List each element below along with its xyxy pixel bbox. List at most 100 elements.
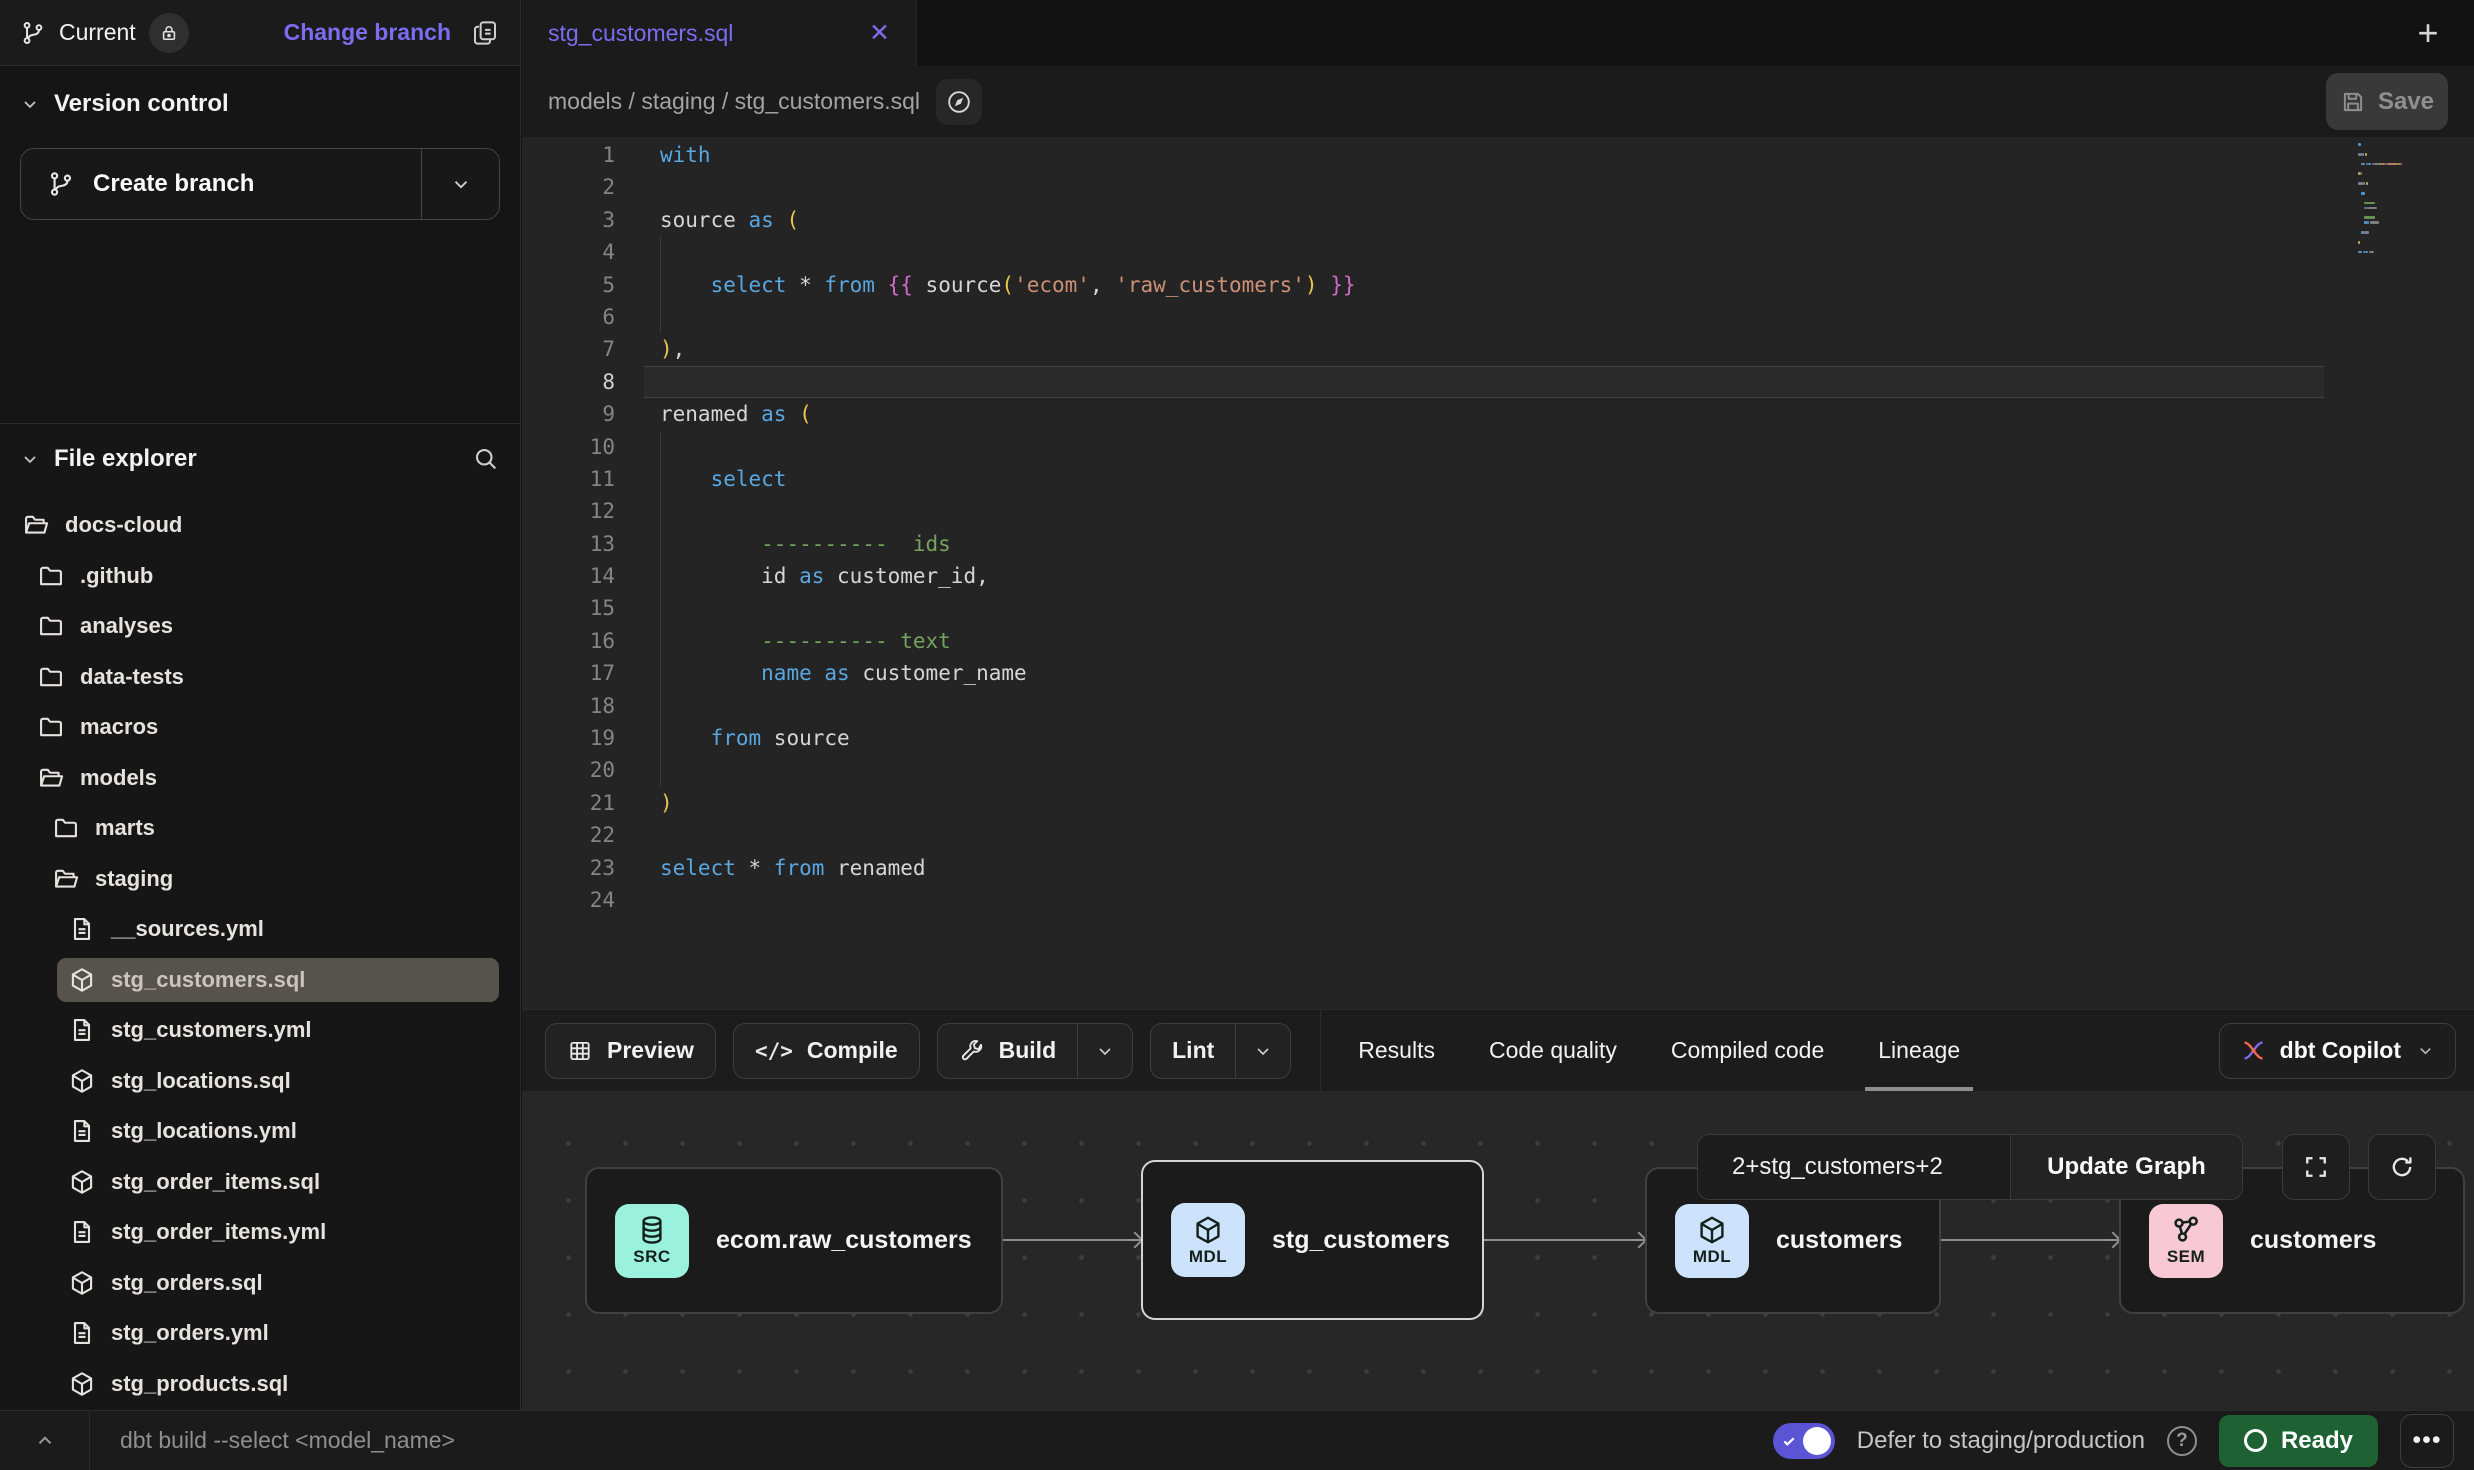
copy-branch-icon[interactable] xyxy=(470,18,500,48)
refresh-button[interactable] xyxy=(2368,1134,2436,1200)
file-tree-item-models[interactable]: models xyxy=(0,753,520,804)
code-line-13: 13 ---------- ids xyxy=(522,528,2474,560)
lineage-node-stg_customers[interactable]: MDLstg_customers xyxy=(1141,1160,1484,1320)
preview-button[interactable]: Preview xyxy=(545,1023,716,1079)
file-tree-item-stg_orders.sql[interactable]: stg_orders.sql xyxy=(0,1258,520,1309)
build-dropdown[interactable] xyxy=(1077,1024,1132,1078)
cube-icon xyxy=(1696,1214,1728,1246)
file-tree-item-__sources.yml[interactable]: __sources.yml xyxy=(0,904,520,955)
file-tree-item-.github[interactable]: .github xyxy=(0,551,520,602)
line-number: 4 xyxy=(522,236,615,268)
badge-label: MDL xyxy=(1189,1247,1227,1267)
line-number: 8 xyxy=(522,366,615,398)
file-tree-item-staging[interactable]: staging xyxy=(0,854,520,905)
file-icon xyxy=(68,915,96,943)
code-line-23: 23select * from renamed xyxy=(522,852,2474,884)
code-line-21: 21) xyxy=(522,787,2474,819)
lineage-selector-input[interactable]: 2+stg_customers+2 xyxy=(1698,1135,2010,1199)
file-tree-item-docs-cloud[interactable]: docs-cloud xyxy=(0,500,520,551)
toolbar-divider xyxy=(1320,1010,1321,1091)
panel-tab-compiled-code[interactable]: Compiled code xyxy=(1644,1010,1851,1091)
file-tree-item-data-tests[interactable]: data-tests xyxy=(0,652,520,703)
code-text: from source xyxy=(660,722,850,754)
editor-minimap[interactable] xyxy=(2358,142,2454,259)
command-bar-expand-button[interactable] xyxy=(0,1411,90,1470)
line-number: 9 xyxy=(522,398,615,430)
folder-icon xyxy=(37,713,65,741)
file-tree-item-stg_products.sql[interactable]: stg_products.sql xyxy=(0,1359,520,1410)
cube-icon xyxy=(68,1269,96,1297)
copilot-compass-button[interactable] xyxy=(936,79,982,125)
file-explorer-header[interactable]: File explorer xyxy=(0,436,520,482)
file-tree-item-label: stg_locations.yml xyxy=(111,1118,297,1144)
chevron-down-icon xyxy=(450,173,472,195)
table-grid-icon xyxy=(567,1038,593,1064)
editor-tab[interactable]: stg_customers.sql ✕ xyxy=(522,0,917,66)
close-icon[interactable]: ✕ xyxy=(869,21,890,46)
file-tree-item-stg_order_items.yml[interactable]: stg_order_items.yml xyxy=(0,1207,520,1258)
cube-icon xyxy=(68,1067,96,1095)
lint-dropdown[interactable] xyxy=(1235,1024,1290,1078)
code-editor[interactable]: 1with23source as (45 select * from {{ so… xyxy=(522,137,2474,1009)
cube-icon xyxy=(1192,1214,1224,1246)
code-line-15: 15 xyxy=(522,592,2474,624)
lock-icon xyxy=(159,23,179,43)
dbt-copilot-button[interactable]: dbt Copilot xyxy=(2219,1023,2456,1079)
file-tree-item-marts[interactable]: marts xyxy=(0,803,520,854)
change-branch-link[interactable]: Change branch xyxy=(284,19,451,46)
fullscreen-button[interactable] xyxy=(2282,1134,2350,1200)
defer-toggle[interactable] xyxy=(1773,1423,1835,1459)
panel-tab-results[interactable]: Results xyxy=(1331,1010,1462,1091)
node-label: ecom.raw_customers xyxy=(716,1226,972,1255)
more-options-button[interactable]: ••• xyxy=(2400,1414,2454,1468)
file-tree-item-stg_customers.sql[interactable]: stg_customers.sql xyxy=(0,955,520,1006)
line-number: 12 xyxy=(522,495,615,527)
file-tree-item-stg_locations.yml[interactable]: stg_locations.yml xyxy=(0,1106,520,1157)
update-graph-button[interactable]: Update Graph xyxy=(2010,1135,2242,1199)
file-tree-item-stg_locations.sql[interactable]: stg_locations.sql xyxy=(0,1056,520,1107)
code-text: ---------- ids xyxy=(660,528,951,560)
search-icon[interactable] xyxy=(472,445,500,473)
version-control-header[interactable]: Version control xyxy=(20,90,500,118)
file-tree-item-analyses[interactable]: analyses xyxy=(0,601,520,652)
file-tree-item-stg_order_items.sql[interactable]: stg_order_items.sql xyxy=(0,1157,520,1208)
line-number: 19 xyxy=(522,722,615,754)
file-icon xyxy=(68,1319,96,1347)
code-line-20: 20 xyxy=(522,754,2474,786)
folder-open-icon xyxy=(52,865,80,893)
badge-label: SEM xyxy=(2167,1247,2205,1267)
line-number: 6 xyxy=(522,301,615,333)
panel-tab-code-quality[interactable]: Code quality xyxy=(1462,1010,1644,1091)
ready-status-button[interactable]: Ready xyxy=(2219,1415,2378,1467)
cube-icon xyxy=(68,966,96,994)
new-tab-button[interactable]: + xyxy=(2408,13,2448,53)
help-icon[interactable]: ? xyxy=(2167,1426,2197,1456)
panel-tab-lineage[interactable]: Lineage xyxy=(1851,1010,1987,1091)
save-button[interactable]: Save xyxy=(2326,73,2448,130)
code-line-14: 14 id as customer_id, xyxy=(522,560,2474,592)
create-branch-dropdown[interactable] xyxy=(421,149,499,219)
line-number: 16 xyxy=(522,625,615,657)
create-branch-button[interactable]: Create branch xyxy=(20,148,500,220)
code-line-2: 2 xyxy=(522,171,2474,203)
code-text: renamed as ( xyxy=(660,398,812,430)
file-tree-item-label: .github xyxy=(80,563,153,589)
file-tree-item-macros[interactable]: macros xyxy=(0,702,520,753)
line-number: 15 xyxy=(522,592,615,624)
lineage-node-ecom.raw_customers[interactable]: SRCecom.raw_customers xyxy=(585,1167,1003,1314)
file-tree-item-stg_orders.yml[interactable]: stg_orders.yml xyxy=(0,1308,520,1359)
file-icon xyxy=(68,1117,96,1145)
main-area: stg_customers.sql ✕ + models / staging /… xyxy=(522,0,2474,1410)
lineage-canvas[interactable]: SRCecom.raw_customers MDLstg_customersMDL… xyxy=(522,1091,2474,1410)
line-number: 5 xyxy=(522,269,615,301)
lint-button[interactable]: Lint xyxy=(1150,1023,1291,1079)
build-button[interactable]: Build xyxy=(937,1023,1134,1079)
file-tree-item-stg_customers.yml[interactable]: stg_customers.yml xyxy=(0,1005,520,1056)
code-line-11: 11 select xyxy=(522,463,2474,495)
refresh-icon xyxy=(2388,1153,2416,1181)
file-tree-item-label: stg_orders.sql xyxy=(111,1270,263,1296)
command-input[interactable]: dbt build --select <model_name> xyxy=(120,1427,455,1454)
create-branch-main[interactable]: Create branch xyxy=(21,149,421,219)
code-line-6: 6 xyxy=(522,301,2474,333)
compile-button[interactable]: </> Compile xyxy=(733,1023,920,1079)
